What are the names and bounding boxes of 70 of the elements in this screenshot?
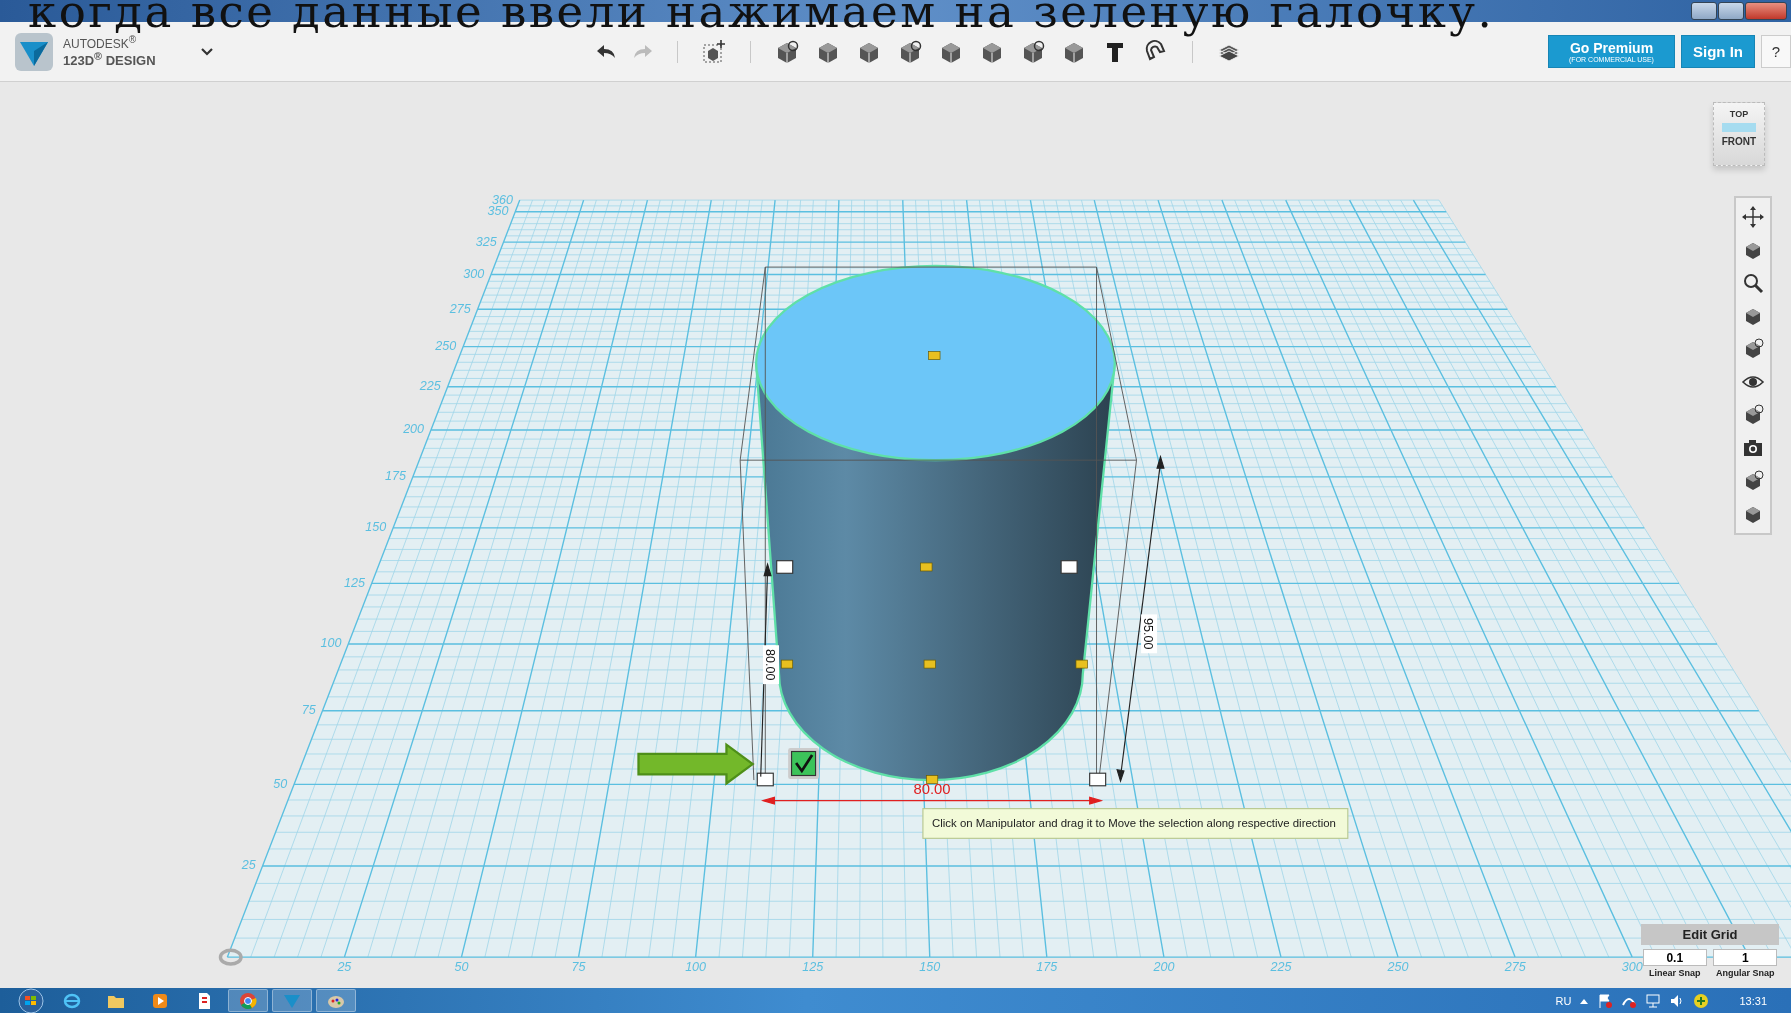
product-name: 123D$^{®}$ DESIGN [63, 51, 156, 69]
width-dimension[interactable]: 80.00 [913, 780, 951, 797]
maximize-button[interactable] [1718, 2, 1744, 20]
zoom-icon[interactable] [1742, 272, 1764, 294]
resize-handle[interactable] [1060, 560, 1078, 574]
language-indicator[interactable]: RU [1555, 994, 1572, 1007]
grid-label: 360 [491, 192, 513, 207]
grid-label: 250 [1387, 959, 1409, 974]
height-dimension[interactable]: 95.00 [1141, 618, 1156, 650]
origin-icon [218, 948, 243, 966]
view-cube[interactable]: TOP FRONT [1713, 102, 1765, 166]
edit-grid-title[interactable]: Edit Grid [1641, 924, 1779, 945]
tooltip-text: Click on Manipulator and drag it to Move the selection along respective direction [932, 816, 1336, 829]
grid-label: 50 [273, 776, 288, 791]
brand-text: AUTODESK$^{®}$ [63, 34, 137, 52]
flag-icon[interactable] [1597, 992, 1614, 1009]
grid-label: 125 [802, 959, 824, 974]
confirm-checkbox[interactable] [788, 748, 819, 779]
grid-label: 300 [463, 267, 485, 281]
snap-label: Angular Snap [1716, 968, 1775, 978]
depth-dimension[interactable]: 80.00 [763, 648, 778, 681]
grid-label: 25 [337, 959, 352, 974]
snap-input[interactable]: 0.1 [1642, 949, 1707, 966]
close-button[interactable] [1745, 2, 1787, 20]
manipulator-handle[interactable] [780, 659, 794, 669]
grid-label: 175 [1036, 959, 1058, 974]
grid-label: 125 [343, 575, 365, 590]
grid-label: 300 [1621, 959, 1643, 974]
grid-label: 25 [241, 858, 256, 873]
manipulator-handle[interactable] [923, 659, 936, 669]
grid-label: 100 [685, 959, 707, 974]
grid-label: 275 [1504, 959, 1526, 974]
grid-label: 200 [403, 422, 425, 437]
view-cube-front[interactable]: FRONT [1721, 136, 1757, 147]
grid-label: 275 [449, 301, 471, 316]
resize-handle[interactable] [776, 560, 794, 574]
grid-label: 225 [1270, 959, 1292, 974]
snap-label: Linear Snap [1649, 968, 1701, 978]
grid-label: 150 [919, 959, 941, 974]
manipulator-handle[interactable] [920, 562, 933, 572]
grid-label: 75 [571, 959, 586, 974]
help-button[interactable]: ? [1761, 35, 1791, 68]
add-cube-icon[interactable] [701, 38, 727, 65]
height-dimension-label[interactable] [1141, 614, 1158, 654]
grid-label: 250 [435, 339, 457, 353]
grid-label: 150 [365, 520, 387, 535]
grid-label: 225 [419, 379, 441, 394]
resize-handle[interactable] [756, 772, 774, 787]
grid-label: 200 [1153, 959, 1175, 974]
manipulator-handle[interactable] [926, 775, 939, 784]
grid-label: 175 [385, 469, 406, 484]
snap-input[interactable]: 1 [1713, 949, 1778, 966]
depth-dimension-label[interactable] [763, 645, 779, 685]
minimize-button[interactable] [1691, 2, 1717, 20]
network-icon[interactable] [1645, 992, 1662, 1009]
grid-label: 75 [301, 703, 316, 718]
grid-label: 350 [487, 204, 509, 219]
grid-label: 50 [454, 959, 469, 974]
manipulator-handle[interactable] [1075, 659, 1088, 669]
pan-icon[interactable] [1742, 206, 1764, 228]
grid-label: 100 [320, 636, 342, 651]
manipulator-handle[interactable] [928, 351, 941, 360]
view-cube-top[interactable]: TOP [1729, 109, 1749, 119]
camera-icon[interactable] [1742, 437, 1764, 459]
plus-circle-icon[interactable] [1693, 992, 1710, 1009]
resize-handle[interactable] [1089, 772, 1107, 787]
clock[interactable]: 13:31 [1739, 994, 1767, 1007]
chevron-down-icon[interactable] [199, 46, 214, 57]
arrow-right-icon [637, 742, 755, 786]
grid-label: 325 [475, 234, 497, 249]
